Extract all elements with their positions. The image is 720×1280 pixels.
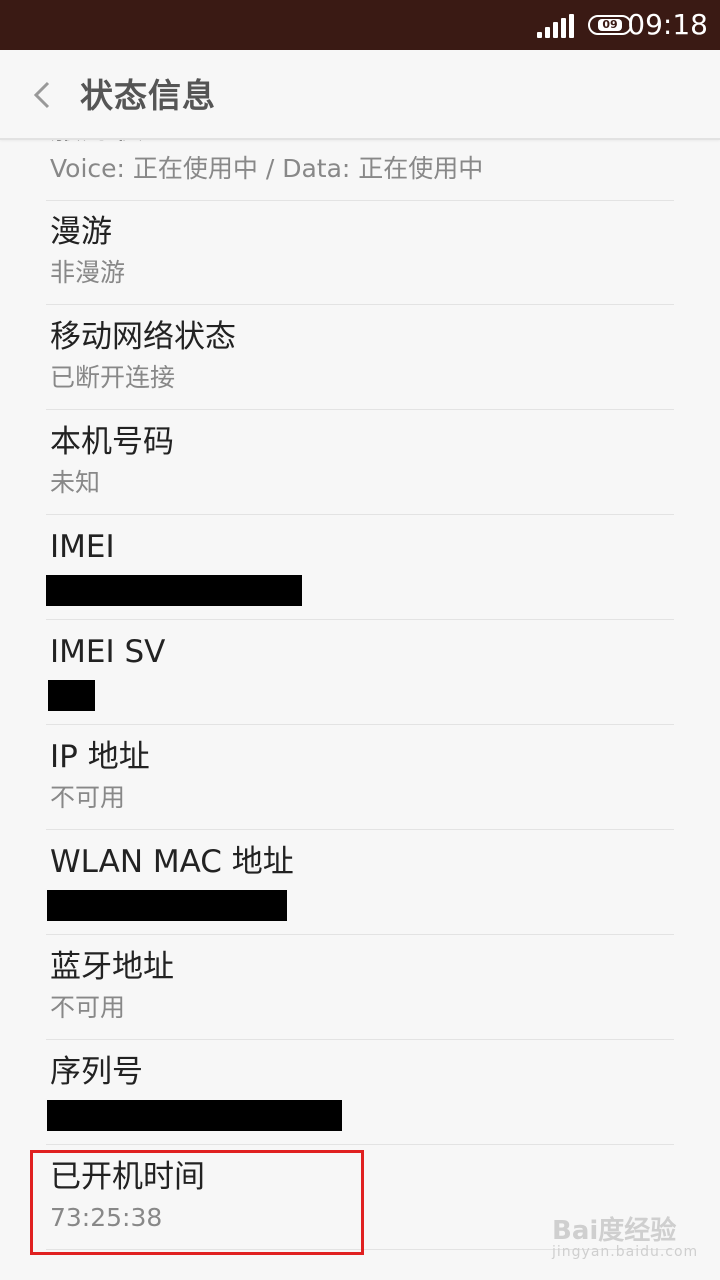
item-title: IMEI (50, 529, 115, 565)
item-title: WLAN MAC 地址 (50, 844, 294, 880)
item-value: 非漫游 (50, 258, 126, 287)
status-bar: 09 09:18 (0, 0, 720, 50)
item-title: 蓝牙地址 (50, 949, 174, 985)
highlight-box (30, 1150, 364, 1255)
list-item-bluetooth-address[interactable]: 蓝牙地址 不可用 (46, 935, 674, 1040)
redacted-value (48, 680, 95, 711)
redacted-value (47, 890, 287, 921)
item-value: Voice: 正在使用中 / Data: 正在使用中 (50, 154, 484, 183)
watermark-url: jingyan.baidu.com (552, 1244, 699, 1260)
list-item-phone-number[interactable]: 本机号码 未知 (46, 410, 674, 515)
action-bar: 状态信息 (0, 50, 720, 140)
item-title: 序列号 (50, 1054, 143, 1090)
item-title: 服务状态 (50, 140, 174, 148)
list-item-imei[interactable]: IMEI (46, 515, 674, 620)
status-time: 09:18 (627, 8, 708, 41)
back-arrow-icon[interactable] (30, 80, 56, 110)
watermark-logo: Bai度经验 (552, 1216, 677, 1246)
item-title: IP 地址 (50, 739, 150, 775)
list-item-wlan-mac[interactable]: WLAN MAC 地址 (46, 830, 674, 935)
signal-icon (537, 14, 574, 38)
item-title: 本机号码 (50, 424, 174, 460)
list-item-serial-number[interactable]: 序列号 (46, 1040, 674, 1145)
item-title: 移动网络状态 (50, 319, 236, 355)
item-value: 不可用 (50, 783, 126, 812)
status-list[interactable]: 服务状态 Voice: 正在使用中 / Data: 正在使用中 漫游 非漫游 移… (0, 140, 720, 1280)
item-value: 已断开连接 (50, 363, 176, 392)
item-value: 未知 (50, 468, 101, 497)
redacted-value (47, 1100, 342, 1131)
page-title: 状态信息 (80, 76, 216, 115)
item-value: 不可用 (50, 993, 126, 1022)
list-item-service-state[interactable]: 服务状态 Voice: 正在使用中 / Data: 正在使用中 (46, 140, 674, 201)
list-item-roaming[interactable]: 漫游 非漫游 (46, 200, 674, 305)
list-item-ip-address[interactable]: IP 地址 不可用 (46, 725, 674, 830)
item-title: 漫游 (50, 214, 112, 250)
redacted-value (46, 575, 302, 606)
list-item-mobile-network-state[interactable]: 移动网络状态 已断开连接 (46, 305, 674, 410)
battery-icon: 09 (588, 15, 632, 35)
list-item-imei-sv[interactable]: IMEI SV (46, 620, 674, 725)
item-title: IMEI SV (50, 634, 166, 670)
battery-level: 09 (598, 19, 622, 31)
